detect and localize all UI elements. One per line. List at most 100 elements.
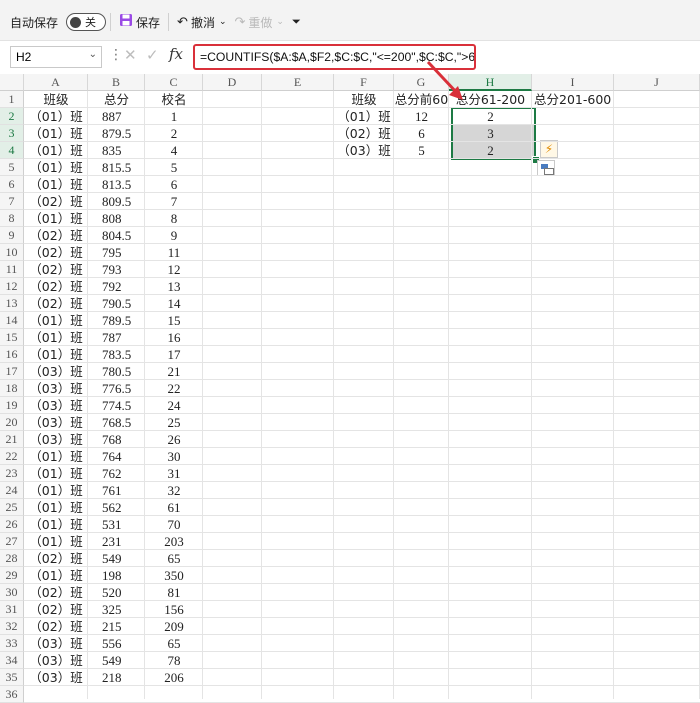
score-cell[interactable]: 789.5	[88, 312, 145, 329]
column-header-h[interactable]: H	[449, 74, 532, 91]
score-cell[interactable]: 776.5	[88, 380, 145, 397]
row-header-3[interactable]: 3	[0, 125, 24, 142]
formula-input[interactable]: =COUNTIFS($A:$A,$F2,$C:$C,"<=200",$C:$C,…	[193, 44, 476, 70]
row-header-29[interactable]: 29	[0, 567, 24, 584]
rank-cell[interactable]: 8	[145, 210, 203, 227]
rank-cell[interactable]: 15	[145, 312, 203, 329]
row-header-5[interactable]: 5	[0, 159, 24, 176]
row-header-26[interactable]: 26	[0, 516, 24, 533]
summary-class-cell[interactable]: （01）班	[334, 108, 394, 125]
class-cell[interactable]: （02）班	[24, 601, 88, 618]
rank-cell[interactable]: 78	[145, 652, 203, 669]
column-header-c[interactable]: C	[145, 74, 203, 91]
rank-cell[interactable]: 11	[145, 244, 203, 261]
paste-options-icon[interactable]	[537, 160, 555, 176]
summary-header-cell[interactable]: 总分201-600	[532, 91, 614, 108]
score-cell[interactable]: 879.5	[88, 125, 145, 142]
rank-cell[interactable]: 25	[145, 414, 203, 431]
score-cell[interactable]: 790.5	[88, 295, 145, 312]
score-cell[interactable]: 556	[88, 635, 145, 652]
class-cell[interactable]: （01）班	[24, 346, 88, 363]
rank-cell[interactable]: 21	[145, 363, 203, 380]
class-cell[interactable]: （01）班	[24, 125, 88, 142]
row-header-15[interactable]: 15	[0, 329, 24, 346]
rank-cell[interactable]: 1	[145, 108, 203, 125]
score-cell[interactable]: 804.5	[88, 227, 145, 244]
score-cell[interactable]: 774.5	[88, 397, 145, 414]
class-cell[interactable]: （03）班	[24, 414, 88, 431]
class-cell[interactable]: （01）班	[24, 159, 88, 176]
rank-cell[interactable]: 7	[145, 193, 203, 210]
row-header-18[interactable]: 18	[0, 380, 24, 397]
row-header-9[interactable]: 9	[0, 227, 24, 244]
column-header-i[interactable]: I	[532, 74, 614, 91]
score-cell[interactable]: 762	[88, 465, 145, 482]
summary-header-cell[interactable]: 班级	[334, 91, 394, 108]
rank-cell[interactable]: 24	[145, 397, 203, 414]
row-header-36[interactable]: 36	[0, 686, 24, 703]
score-cell[interactable]: 520	[88, 584, 145, 601]
row-header-22[interactable]: 22	[0, 448, 24, 465]
row-header-11[interactable]: 11	[0, 261, 24, 278]
rank-cell[interactable]: 17	[145, 346, 203, 363]
rank-cell[interactable]: 209	[145, 618, 203, 635]
rank-cell[interactable]: 32	[145, 482, 203, 499]
score-cell[interactable]: 325	[88, 601, 145, 618]
score-cell[interactable]: 813.5	[88, 176, 145, 193]
score-cell[interactable]: 198	[88, 567, 145, 584]
row-header-24[interactable]: 24	[0, 482, 24, 499]
class-cell[interactable]: （02）班	[24, 278, 88, 295]
class-cell[interactable]: （01）班	[24, 567, 88, 584]
class-cell[interactable]: （01）班	[24, 482, 88, 499]
class-cell[interactable]: （03）班	[24, 431, 88, 448]
row-header-31[interactable]: 31	[0, 601, 24, 618]
class-cell[interactable]: （01）班	[24, 533, 88, 550]
score-cell[interactable]: 768	[88, 431, 145, 448]
summary-header-cell[interactable]: 总分前60	[394, 91, 449, 108]
row-header-4[interactable]: 4	[0, 142, 24, 159]
score-cell[interactable]: 562	[88, 499, 145, 516]
row-header-23[interactable]: 23	[0, 465, 24, 482]
name-box[interactable]: H2 ⌄	[10, 46, 102, 68]
rank-cell[interactable]: 206	[145, 669, 203, 686]
class-cell[interactable]: （03）班	[24, 652, 88, 669]
score-cell[interactable]: 549	[88, 550, 145, 567]
row-header-2[interactable]: 2	[0, 108, 24, 125]
class-cell[interactable]: （01）班	[24, 142, 88, 159]
undo-button[interactable]: ↶ 撤消 ⌄	[173, 9, 230, 35]
rank-cell[interactable]: 4	[145, 142, 203, 159]
class-cell[interactable]: （03）班	[24, 380, 88, 397]
row-header-34[interactable]: 34	[0, 652, 24, 669]
row-header-19[interactable]: 19	[0, 397, 24, 414]
header-cell[interactable]: 总分	[88, 91, 145, 108]
class-cell[interactable]: （02）班	[24, 295, 88, 312]
score-cell[interactable]: 764	[88, 448, 145, 465]
score-cell[interactable]: 795	[88, 244, 145, 261]
flash-fill-icon[interactable]: ⚡	[540, 140, 558, 158]
class-cell[interactable]: （02）班	[24, 227, 88, 244]
rank-cell[interactable]: 203	[145, 533, 203, 550]
fx-icon[interactable]: fx	[169, 45, 183, 63]
score-cell[interactable]: 783.5	[88, 346, 145, 363]
row-header-28[interactable]: 28	[0, 550, 24, 567]
rank-cell[interactable]: 30	[145, 448, 203, 465]
summary-count-cell[interactable]: 6	[394, 125, 449, 142]
class-cell[interactable]: （02）班	[24, 584, 88, 601]
row-header-8[interactable]: 8	[0, 210, 24, 227]
row-header-32[interactable]: 32	[0, 618, 24, 635]
row-header-7[interactable]: 7	[0, 193, 24, 210]
undo-dropdown-icon[interactable]: ⌄	[219, 17, 227, 27]
summary-count-cell[interactable]: 5	[394, 142, 449, 159]
class-cell[interactable]: （02）班	[24, 618, 88, 635]
score-cell[interactable]: 792	[88, 278, 145, 295]
rank-cell[interactable]: 14	[145, 295, 203, 312]
spreadsheet-grid[interactable]: 班级 总分 校名 （01）班 887 1 （01）班 879.5 2 （01）班 835 4 （01）班…	[0, 74, 700, 703]
customize-toolbar-button[interactable]: ⏷	[288, 9, 305, 35]
class-cell[interactable]: （03）班	[24, 669, 88, 686]
score-cell[interactable]: 549	[88, 652, 145, 669]
row-header-12[interactable]: 12	[0, 278, 24, 295]
rank-cell[interactable]: 81	[145, 584, 203, 601]
rank-cell[interactable]: 61	[145, 499, 203, 516]
class-cell[interactable]: （02）班	[24, 261, 88, 278]
rank-cell[interactable]: 12	[145, 261, 203, 278]
